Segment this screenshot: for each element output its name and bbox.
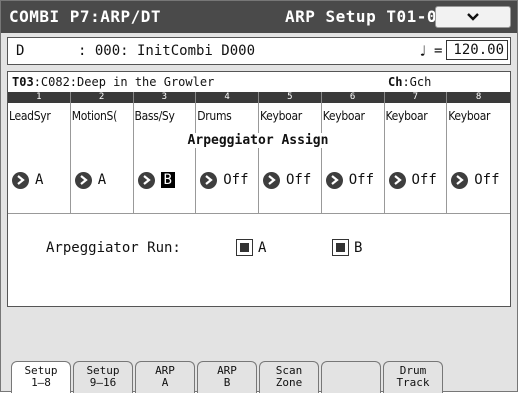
tab-empty: [321, 361, 381, 393]
arpeggiator-assign-row: A A B Off Off Off Off Off: [8, 160, 510, 200]
assign-popup-t3[interactable]: B: [134, 160, 197, 200]
tempo-equals: =: [434, 43, 443, 59]
combi-select-row[interactable]: D : 000: InitCombi D000 ♩ = 120.00: [7, 37, 511, 65]
channel-label: Ch: [388, 75, 403, 89]
track-number: 1: [8, 92, 71, 103]
popup-arrow-icon[interactable]: [200, 171, 218, 189]
checkbox-checked-icon: [336, 243, 345, 252]
run-b-label: B: [354, 240, 363, 256]
popup-arrow-icon[interactable]: [388, 171, 406, 189]
track-number: 7: [385, 92, 448, 103]
tab-scan-zone[interactable]: Scan Zone: [259, 361, 319, 393]
program-name: Keyboar: [448, 109, 491, 123]
assign-popup-t6[interactable]: Off: [322, 160, 385, 200]
track-number: 8: [475, 92, 482, 102]
timbre-program: :C082:Deep in the Growler: [33, 75, 215, 89]
assign-value-selected[interactable]: B: [160, 172, 175, 188]
program-name: Drums: [197, 109, 232, 123]
track-number-header: 1 2 3 4 5 6 7 8: [8, 92, 510, 103]
checkbox-checked-icon: [240, 243, 249, 252]
popup-arrow-icon[interactable]: [451, 171, 469, 189]
popup-arrow-icon[interactable]: [325, 171, 343, 189]
track-number: 3: [134, 92, 197, 103]
run-b-checkbox[interactable]: [332, 239, 349, 256]
assign-value[interactable]: Off: [412, 172, 437, 188]
program-name: Bass/Sy: [134, 109, 175, 123]
run-a-checkbox[interactable]: [236, 239, 253, 256]
title-bar: COMBI P7:ARP/DT ARP Setup T01-08: [1, 1, 517, 33]
screen: COMBI P7:ARP/DT ARP Setup T01-08 D : 000…: [0, 0, 518, 393]
assign-value[interactable]: Off: [223, 172, 248, 188]
arpeggiator-run-label: Arpeggiator Run:: [46, 240, 181, 256]
main-panel: T03:C082:Deep in the Growler Ch:Gch 1 2 …: [7, 71, 511, 307]
assign-popup-t5[interactable]: Off: [259, 160, 322, 200]
section-divider: [8, 213, 510, 214]
tab-arp-a[interactable]: ARP A: [135, 361, 195, 393]
tempo-field[interactable]: 120.00: [446, 40, 508, 60]
assign-popup-t7[interactable]: Off: [385, 160, 448, 200]
combi-name[interactable]: : 000: InitCombi D000: [78, 43, 255, 59]
tab-setup-1-8[interactable]: Setup 1–8: [11, 361, 71, 393]
channel-info: Ch:Gch: [388, 75, 431, 89]
page-title: ARP Setup T01-08: [285, 7, 448, 26]
track-number: 2: [71, 92, 134, 103]
popup-arrow-icon[interactable]: [137, 171, 155, 189]
timbre-id: T03: [12, 75, 34, 89]
assign-popup-t1[interactable]: A: [8, 160, 71, 200]
track-number: 6: [322, 92, 385, 103]
program-name: Keyboar: [385, 109, 428, 123]
program-name: Keyboar: [322, 109, 365, 123]
program-name: LeadSyr: [9, 109, 51, 123]
assign-value[interactable]: Off: [474, 172, 499, 188]
combi-bank[interactable]: D: [16, 43, 24, 59]
popup-arrow-icon[interactable]: [74, 171, 92, 189]
assign-popup-t2[interactable]: A: [71, 160, 134, 200]
page-tabs: Setup 1–8 Setup 9–16 ARP A ARP B Scan Zo…: [11, 361, 511, 393]
channel-value: :Gch: [402, 75, 432, 89]
tab-arp-b[interactable]: ARP B: [197, 361, 257, 393]
assign-popup-t4[interactable]: Off: [196, 160, 259, 200]
page-menu-button[interactable]: [435, 6, 511, 28]
chevron-down-icon: [467, 13, 479, 21]
tab-drum-track[interactable]: Drum Track: [383, 361, 443, 393]
assign-value[interactable]: Off: [349, 172, 374, 188]
tempo-note-icon: ♩: [418, 42, 428, 60]
assign-value[interactable]: A: [98, 172, 106, 188]
run-a-label: A: [258, 240, 267, 256]
mode-title: COMBI P7:ARP/DT: [9, 7, 161, 26]
program-name: Keyboar: [260, 109, 302, 123]
assign-value[interactable]: A: [35, 172, 43, 188]
arpeggiator-assign-title: Arpeggiator Assign: [158, 133, 358, 148]
assign-value[interactable]: Off: [286, 172, 311, 188]
track-number: 5: [259, 92, 322, 103]
popup-arrow-icon[interactable]: [12, 171, 29, 189]
track-number: 4: [196, 92, 259, 103]
assign-popup-t8[interactable]: Off: [447, 160, 510, 200]
program-name: MotionS(: [71, 109, 118, 123]
tab-setup-9-16[interactable]: Setup 9–16: [73, 361, 133, 393]
popup-arrow-icon[interactable]: [263, 171, 280, 189]
timbre-info: T03:C082:Deep in the Growler: [12, 75, 214, 89]
